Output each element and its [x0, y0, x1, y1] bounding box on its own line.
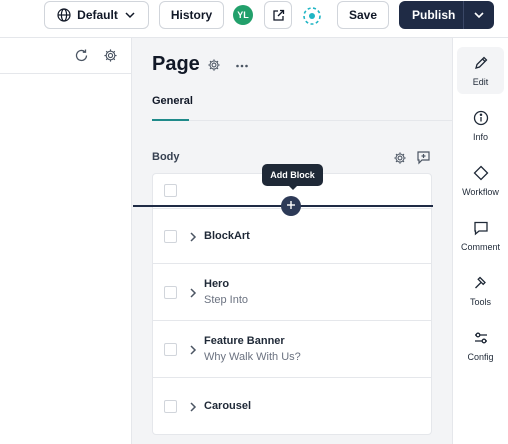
rail-item-label: Info	[472, 131, 488, 142]
list-item[interactable]: Hero Step Into	[153, 264, 431, 321]
select-all-checkbox[interactable]	[164, 184, 177, 197]
locale-selector[interactable]: Default	[44, 1, 149, 29]
left-panel-header	[0, 38, 131, 74]
tab-general[interactable]: General	[152, 95, 193, 107]
rail-item-label: Tools	[469, 296, 491, 307]
rail-item-label: Workflow	[462, 186, 499, 197]
block-checkbox[interactable]	[164, 286, 177, 299]
rail-item-config[interactable]: Config	[457, 322, 504, 369]
hammer-icon	[473, 275, 489, 293]
chevron-right-icon[interactable]	[188, 230, 198, 248]
rail-item-tools[interactable]: Tools	[457, 267, 504, 314]
add-comment-icon[interactable]	[416, 150, 431, 170]
comment-icon	[473, 220, 489, 238]
page-title: Page	[152, 53, 200, 75]
block-name: BlockArt	[204, 230, 250, 242]
chevron-right-icon[interactable]	[188, 400, 198, 418]
rail-item-info[interactable]: Info	[457, 102, 504, 149]
avatar[interactable]: YL	[233, 5, 253, 25]
sliders-icon	[473, 330, 489, 348]
refresh-icon[interactable]	[74, 48, 89, 68]
add-block-tooltip: Add Block	[262, 164, 323, 186]
tab-divider	[152, 120, 452, 121]
block-subtitle: Why Walk With Us?	[204, 351, 301, 363]
locale-label: Default	[77, 8, 118, 22]
rail-item-comment[interactable]: Comment	[457, 212, 504, 259]
sync-status-icon[interactable]	[301, 5, 323, 27]
add-block-button[interactable]	[281, 196, 301, 216]
section-label-body: Body	[152, 151, 180, 163]
save-button[interactable]: Save	[337, 1, 389, 29]
info-icon	[473, 110, 489, 128]
gear-icon[interactable]	[103, 48, 118, 68]
publish-button[interactable]: Publish	[399, 1, 494, 29]
pencil-icon	[473, 55, 489, 73]
list-item[interactable]: Feature Banner Why Walk With Us?	[153, 321, 431, 378]
chevron-right-icon[interactable]	[188, 286, 198, 304]
right-rail: Edit Info Workflow Comment Tools Config	[452, 38, 508, 444]
rail-item-label: Config	[467, 351, 494, 362]
section-settings-gear-icon[interactable]	[393, 151, 407, 170]
rail-item-workflow[interactable]: Workflow	[457, 157, 504, 204]
block-name: Feature Banner	[204, 335, 285, 347]
publish-label: Publish	[412, 8, 456, 22]
block-checkbox[interactable]	[164, 343, 177, 356]
open-preview-button[interactable]	[264, 1, 292, 29]
more-options-icon[interactable]	[235, 59, 249, 77]
chevron-right-icon[interactable]	[188, 343, 198, 361]
chevron-down-icon	[124, 9, 136, 21]
tooltip-arrow	[288, 185, 298, 190]
block-subtitle: Step Into	[204, 294, 249, 306]
block-checkbox[interactable]	[164, 400, 177, 413]
history-button[interactable]: History	[159, 1, 224, 29]
rail-item-label: Edit	[472, 76, 489, 87]
block-checkbox[interactable]	[164, 230, 177, 243]
publish-options-chevron-icon[interactable]	[464, 9, 494, 21]
list-item[interactable]: Carousel	[153, 378, 431, 434]
external-link-icon	[272, 9, 285, 22]
page-settings-gear-icon[interactable]	[207, 58, 221, 77]
left-panel	[0, 38, 132, 444]
page-editor-panel: Page General Body BlockArt Hero Step Int…	[133, 38, 452, 444]
globe-icon	[57, 8, 71, 22]
plus-icon	[286, 197, 296, 215]
diamond-icon	[473, 165, 489, 183]
rail-item-label: Comment	[460, 241, 500, 252]
block-name: Hero	[204, 278, 230, 290]
tab-active-indicator	[152, 119, 189, 121]
rail-item-edit[interactable]: Edit	[457, 47, 504, 94]
list-item[interactable]: BlockArt	[153, 209, 431, 264]
block-name: Carousel	[204, 400, 252, 412]
top-bar: Default History YL Save Publish	[0, 0, 508, 38]
